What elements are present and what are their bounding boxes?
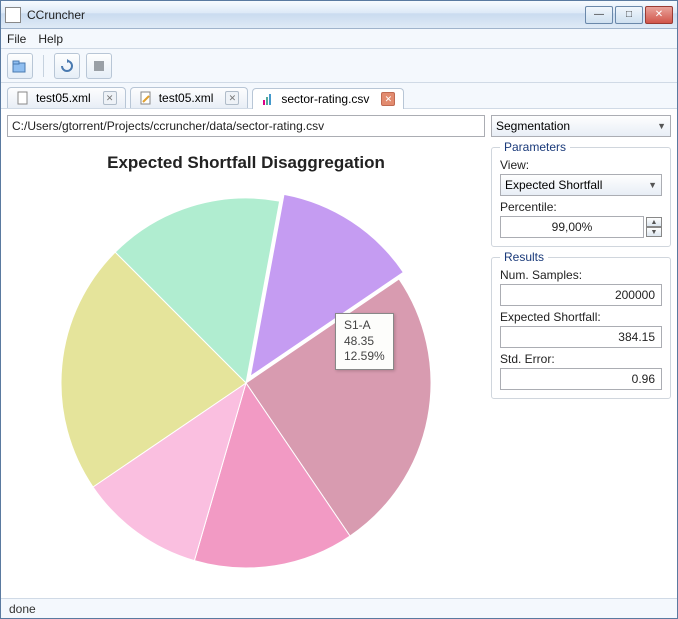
spinner-down-icon[interactable]: ▼: [646, 227, 662, 237]
group-legend: Parameters: [500, 140, 570, 154]
window-buttons: — □ ✕: [585, 6, 673, 24]
tab-close-icon[interactable]: ✕: [381, 92, 395, 106]
status-bar: done: [1, 598, 677, 618]
es-field: 384.15: [500, 326, 662, 348]
toolbar-separator: [43, 55, 44, 77]
chevron-down-icon: ▼: [648, 180, 657, 190]
pie-chart[interactable]: [46, 183, 446, 583]
tooltip-name: S1-A: [344, 318, 385, 334]
tooltip-percent: 12.59%: [344, 349, 385, 365]
es-label: Expected Shortfall:: [500, 310, 662, 324]
app-icon: [5, 7, 21, 23]
refresh-button[interactable]: [54, 53, 80, 79]
chevron-down-icon: ▼: [657, 121, 666, 131]
stop-icon: [91, 58, 107, 74]
edit-document-icon: [139, 91, 153, 105]
tab-sector-rating[interactable]: sector-rating.csv ✕: [252, 88, 404, 109]
open-button[interactable]: [7, 53, 33, 79]
chart-tooltip: S1-A 48.35 12.59%: [335, 313, 394, 370]
chart-icon: [261, 92, 275, 106]
chart-area: Expected Shortfall Disaggregation S1-A 4…: [7, 143, 485, 592]
percentile-label: Percentile:: [500, 200, 662, 214]
minimize-button[interactable]: —: [585, 6, 613, 24]
view-combo[interactable]: Expected Shortfall ▼: [500, 174, 662, 196]
close-button[interactable]: ✕: [645, 6, 673, 24]
tab-label: test05.xml: [36, 91, 91, 105]
tab-close-icon[interactable]: ✕: [103, 91, 117, 105]
menubar: File Help: [1, 29, 677, 49]
tab-test05-2[interactable]: test05.xml ✕: [130, 87, 249, 108]
samples-field: 200000: [500, 284, 662, 306]
combo-value: Segmentation: [496, 119, 570, 133]
chart-title: Expected Shortfall Disaggregation: [7, 143, 485, 179]
file-path-input[interactable]: [7, 115, 485, 137]
tab-close-icon[interactable]: ✕: [225, 91, 239, 105]
stop-button[interactable]: [86, 53, 112, 79]
stderr-label: Std. Error:: [500, 352, 662, 366]
toolbar: [1, 49, 677, 83]
right-pane: Segmentation ▼ Parameters View: Expected…: [491, 115, 671, 592]
tab-bar: test05.xml ✕ test05.xml ✕ sector-rating.…: [1, 83, 677, 109]
refresh-icon: [59, 58, 75, 74]
app-window: CCruncher — □ ✕ File Help test05.xml ✕ t: [0, 0, 678, 619]
percentile-field[interactable]: 99,00%: [500, 216, 644, 238]
menu-file[interactable]: File: [7, 32, 26, 46]
segmentation-combo[interactable]: Segmentation ▼: [491, 115, 671, 137]
parameters-group: Parameters View: Expected Shortfall ▼ Pe…: [491, 147, 671, 247]
titlebar[interactable]: CCruncher — □ ✕: [1, 1, 677, 29]
results-group: Results Num. Samples: 200000 Expected Sh…: [491, 257, 671, 399]
window-title: CCruncher: [27, 8, 585, 22]
tab-label: test05.xml: [159, 91, 214, 105]
client-area: Expected Shortfall Disaggregation S1-A 4…: [1, 109, 677, 598]
tab-label: sector-rating.csv: [281, 92, 369, 106]
left-pane: Expected Shortfall Disaggregation S1-A 4…: [7, 115, 485, 592]
tooltip-value: 48.35: [344, 334, 385, 350]
tab-test05-1[interactable]: test05.xml ✕: [7, 87, 126, 108]
menu-help[interactable]: Help: [38, 32, 63, 46]
group-legend: Results: [500, 250, 548, 264]
samples-label: Num. Samples:: [500, 268, 662, 282]
maximize-button[interactable]: □: [615, 6, 643, 24]
document-icon: [16, 91, 30, 105]
stderr-field: 0.96: [500, 368, 662, 390]
view-label: View:: [500, 158, 662, 172]
spinner-up-icon[interactable]: ▲: [646, 217, 662, 227]
percentile-spinner[interactable]: ▲ ▼: [646, 217, 662, 237]
folder-open-icon: [12, 58, 28, 74]
combo-value: Expected Shortfall: [505, 178, 602, 192]
status-text: done: [9, 602, 36, 616]
